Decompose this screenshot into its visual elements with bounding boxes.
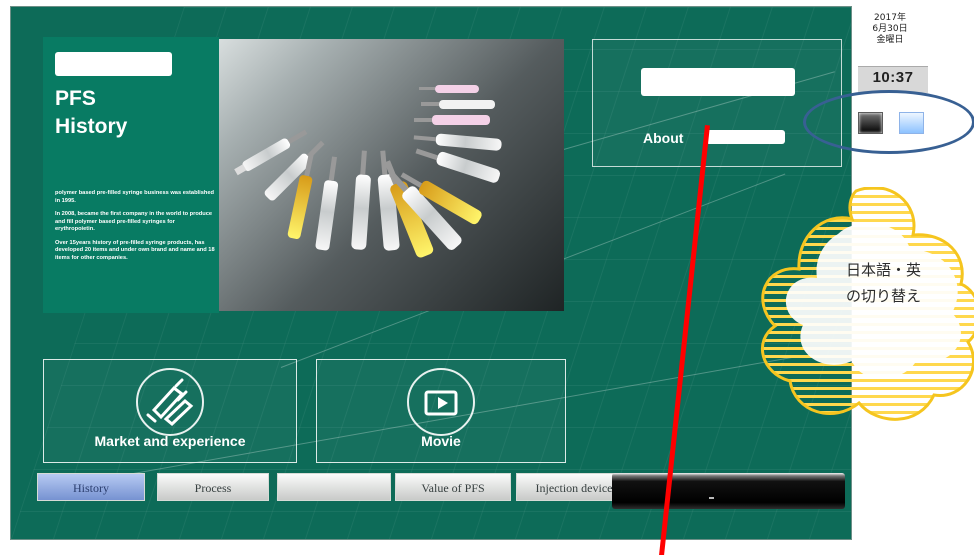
history-title-line-2: History	[55, 115, 128, 138]
process-nav-button[interactable]: Process	[157, 473, 269, 501]
cloud-callout-shape	[760, 185, 974, 421]
movie-tile[interactable]: Movie	[316, 359, 566, 463]
blank-dark-nav-button[interactable]	[612, 473, 845, 509]
english-language-button[interactable]	[899, 112, 924, 134]
movie-tile-label: Movie	[421, 433, 461, 449]
redacted-company-name	[706, 130, 785, 144]
history-panel: PFS History polymer based pre-filled syr…	[43, 37, 219, 313]
history-paragraph: In 2008, became the first company in the…	[55, 211, 213, 232]
market-and-experience-tile[interactable]: Market and experience	[43, 359, 297, 463]
redacted-company-name	[55, 52, 172, 76]
history-paragraph: polymer based pre-filled syringe busines…	[55, 190, 214, 204]
about-card[interactable]: About	[592, 39, 842, 167]
syringe-photo	[219, 39, 564, 311]
year-label: 2017年	[874, 13, 906, 23]
language-switch-highlight	[803, 90, 974, 154]
language-callout-cloud: 日本語・英 の切り替え	[756, 185, 974, 452]
redacted-nav-button[interactable]	[277, 473, 391, 501]
language-callout-line-2: の切り替え	[846, 287, 922, 305]
history-paragraph: Over 15years history of pre-filled syrin…	[55, 239, 215, 261]
history-title-line-1: PFS	[55, 87, 96, 110]
movie-icon	[407, 368, 475, 436]
syringe-group	[234, 85, 502, 258]
weekday-label: 金曜日	[876, 35, 904, 45]
history-title: PFS History	[55, 85, 127, 141]
date-label: 6月30日	[872, 24, 908, 34]
main-kiosk-screen: PFS History polymer based pre-filled syr…	[10, 6, 852, 540]
history-description: polymer based pre-filled syringe busines…	[55, 190, 215, 268]
screenshot-page: PFS History polymer based pre-filled syr…	[0, 0, 974, 555]
about-label: About	[643, 130, 684, 146]
language-callout-text: 日本語・英 の切り替え	[846, 257, 974, 309]
syringe-photo-illustration	[234, 85, 502, 258]
language-callout-line-1: 日本語・英	[846, 261, 922, 279]
market-icon	[136, 368, 204, 436]
date-display: 2017年 6月30日 金曜日	[860, 13, 920, 55]
market-tile-label: Market and experience	[94, 433, 246, 449]
history-nav-button[interactable]: History	[37, 473, 145, 501]
syringe-icon	[146, 378, 194, 427]
value-of-pfs-nav-button[interactable]: Value of PFS	[395, 473, 511, 501]
play-video-icon	[424, 390, 458, 416]
redacted-company-name	[641, 68, 795, 96]
japanese-language-button[interactable]	[858, 112, 883, 134]
time-display: 10:37	[858, 66, 928, 93]
